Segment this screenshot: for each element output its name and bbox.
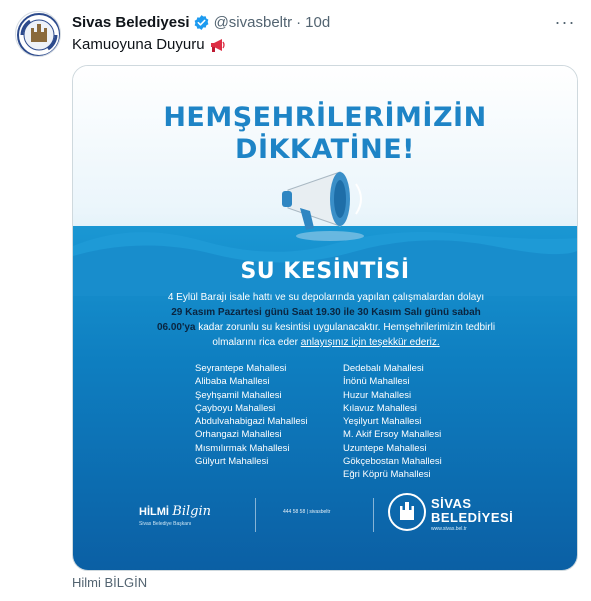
announcement-paragraph: 4 Eylül Barajı isale hattı ve su depolar… [109,290,543,350]
list-item: Mısmılırmak Mahallesi [195,442,290,454]
logo-line-1: SİVAS [431,496,472,511]
mayor-signature: HİLMİ Bilgin [139,504,211,519]
tweet-text: Kamuoyuna Duyuru [72,36,227,53]
list-item: Gökçebostan Mahallesi [343,456,442,468]
neighborhood-list-right: Dedebalı Mahallesi İnönü Mahallesi Huzur… [343,362,442,482]
paragraph-line-3: kadar zorunlu su kesintisi uygulanacaktı… [195,322,496,333]
list-item: Uzuntepe Mahallesi [343,442,427,454]
list-item: Dedebalı Mahallesi [343,363,424,374]
list-item: Huzur Mahallesi [343,389,412,401]
list-item: Alibaba Mahallesi [195,376,270,388]
footer-divider [373,498,374,532]
bullhorn-icon [282,171,364,241]
tweet-header: Sivas Belediyesi @sivasbeltr · 10d [72,12,330,32]
tweet-media-image[interactable]: HEMŞEHRİLERİMİZİN DİKKATİNE! SU KESİNTİS… [72,65,578,571]
logo-url: www.sivas.bel.tr [431,526,467,532]
signature-subtitle: Sivas Belediye Başkanı [139,521,192,527]
list-item: Eğri Köprü Mahallesi [343,469,431,481]
poster-title: SU KESİNTİSİ [240,259,410,284]
signature-first-name: HİLMİ [139,506,169,518]
footer-divider [255,498,256,532]
verified-badge-icon [193,14,210,31]
list-item: Gülyurt Mahallesi [195,456,269,468]
display-name[interactable]: Sivas Belediyesi [72,14,190,31]
more-options-icon[interactable]: ··· [553,10,577,34]
list-item: M. Akif Ersoy Mahallesi [343,429,442,441]
paragraph-line-4: olmalarını rica eder [212,337,301,348]
neighborhood-list-left: Seyrantepe Mahallesi Alibaba Mahallesi Ş… [195,362,308,468]
media-caption[interactable]: Hilmi BİLGİN [72,575,147,590]
logo-wordmark: SİVAS BELEDİYESİ [431,497,513,525]
logo-line-2: BELEDİYESİ [431,510,514,525]
contact-info: 444 58 58 | sivasbeltr [283,509,331,515]
paragraph-line-1: 4 Eylül Barajı isale hattı ve su depolar… [167,292,485,303]
tweet-text-content: Kamuoyuna Duyuru [72,36,205,53]
megaphone-emoji-icon [209,37,227,53]
list-item: Kılavuz Mahallesi [343,402,417,414]
separator-dot: · [296,13,302,31]
list-item: Seyrantepe Mahallesi [195,363,287,374]
tweet: Sivas Belediyesi @sivasbeltr · 10d ··· K… [0,0,591,601]
list-item: Şeyhşamil Mahallesi [195,389,282,401]
sivas-belediyesi-emblem-icon [388,493,426,531]
headline-line1: HEMŞEHRİLERİMİZİN [163,102,487,133]
list-item: İnönü Mahallesi [343,376,410,388]
signature-last-name: Bilgin [172,504,212,519]
avatar[interactable] [15,11,61,57]
headline-line2: DİKKATİNE! [235,134,415,165]
list-item: Abdulvahabigazi Mahallesi [195,416,308,428]
paragraph-line-4-underlined: anlayışınız için teşekkür ederiz. [300,337,440,348]
list-item: Yeşilyurt Mahallesi [343,416,422,428]
paragraph-line-2: 29 Kasım Pazartesi günü Saat 19.30 ile 3… [171,307,481,318]
timestamp[interactable]: 10d [305,14,330,31]
handle[interactable]: @sivasbeltr [214,14,293,31]
paragraph-line-3-bold: 06.00'ya [156,322,196,333]
list-item: Orhangazi Mahallesi [195,429,282,441]
list-item: Çayboyu Mahallesi [195,402,276,414]
sivas-belediyesi-logo-icon [17,13,60,56]
